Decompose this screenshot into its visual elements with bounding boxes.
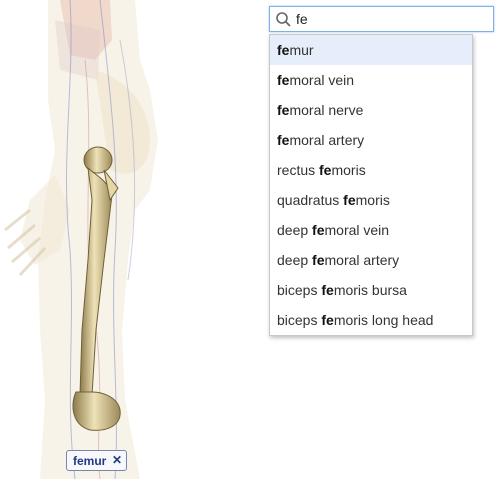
search-box[interactable] — [269, 6, 494, 32]
suggestion-match: fe — [343, 192, 356, 208]
suggestion-rest: moral vein — [324, 222, 390, 238]
suggestion-rest: moral vein — [289, 72, 355, 88]
suggestion-rest: moral nerve — [289, 102, 364, 118]
suggestion-prefix: deep — [277, 222, 313, 238]
suggestion-item[interactable]: rectus femoris — [270, 155, 472, 185]
suggestion-rest: moral artery — [324, 252, 400, 268]
suggestion-item[interactable]: deep femoral vein — [270, 215, 472, 245]
suggestion-match: fe — [319, 162, 332, 178]
suggestion-rest: mur — [289, 42, 314, 58]
suggestion-prefix: deep — [277, 252, 313, 268]
selected-structure-chip: femur ✕ — [66, 450, 127, 471]
suggestion-item[interactable]: femur — [270, 35, 472, 65]
suggestion-rest: moris — [355, 192, 390, 208]
suggestion-match: fe — [277, 102, 290, 118]
suggestion-match: fe — [277, 72, 290, 88]
suggestion-match: fe — [321, 282, 334, 298]
suggestion-item[interactable]: femoral vein — [270, 65, 472, 95]
suggestion-item[interactable]: quadratus femoris — [270, 185, 472, 215]
suggestion-rest: moris bursa — [333, 282, 407, 298]
suggestion-item[interactable]: biceps femoris bursa — [270, 275, 472, 305]
suggestion-item[interactable]: biceps femoris long head — [270, 305, 472, 335]
suggestion-match: fe — [312, 222, 325, 238]
suggestion-prefix: biceps — [277, 282, 322, 298]
suggestion-match: fe — [277, 42, 290, 58]
search-icon — [276, 12, 291, 27]
chip-label: femur — [73, 454, 107, 468]
suggestion-item[interactable]: femoral nerve — [270, 95, 472, 125]
close-icon[interactable]: ✕ — [112, 453, 122, 467]
suggestion-match: fe — [277, 132, 290, 148]
suggestion-prefix: biceps — [277, 312, 322, 328]
search-input[interactable] — [296, 7, 486, 31]
suggestion-rest: moris long head — [333, 312, 434, 328]
suggestion-prefix: rectus — [277, 162, 320, 178]
suggestion-item[interactable]: femoral artery — [270, 125, 472, 155]
suggestion-prefix: quadratus — [277, 192, 344, 208]
suggestion-item[interactable]: deep femoral artery — [270, 245, 472, 275]
suggestion-match: fe — [312, 252, 325, 268]
suggestion-match: fe — [321, 312, 334, 328]
suggestion-rest: moris — [331, 162, 366, 178]
suggestion-dropdown: femur femoral vein femoral nerve femoral ar… — [269, 34, 473, 336]
suggestion-rest: moral artery — [289, 132, 365, 148]
